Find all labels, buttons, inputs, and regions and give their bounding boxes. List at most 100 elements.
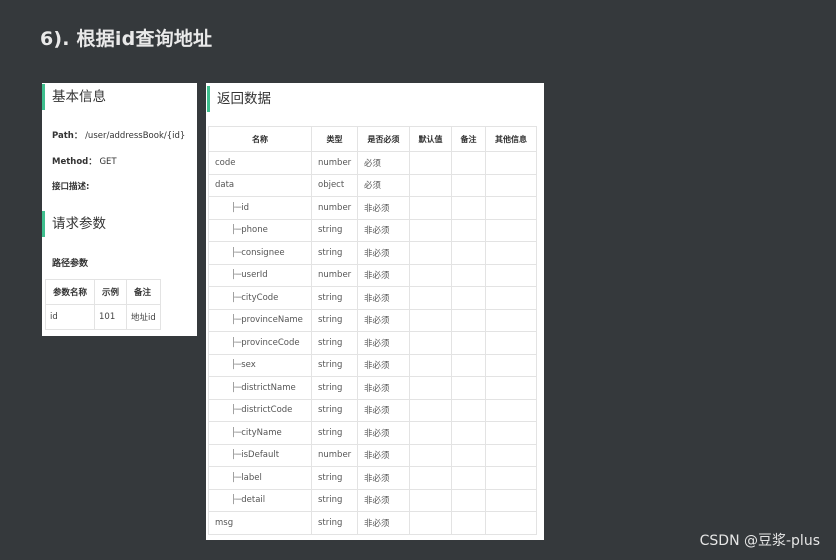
other-info-cell	[485, 466, 537, 490]
default-value-cell	[409, 331, 452, 355]
field-name-cell: ├─consignee	[208, 241, 312, 265]
default-value-cell	[409, 398, 452, 422]
other-info-cell	[485, 241, 537, 265]
other-info-cell	[485, 151, 537, 175]
field-type-cell: string	[311, 511, 358, 535]
field-type-cell: string	[311, 353, 358, 377]
remark-cell	[451, 353, 486, 377]
table-cell: 101	[94, 304, 128, 330]
field-name: code	[215, 157, 236, 168]
field-name: msg	[215, 517, 234, 528]
default-value-cell	[409, 466, 452, 490]
table-cell: id	[44, 304, 96, 330]
response-table-body: code number 必须 data object 必须 ├─id number 非必须 ├─p…	[208, 151, 537, 535]
field-name: districtCode	[241, 405, 293, 416]
table-row: ├─id number 非必须	[208, 196, 537, 220]
remark-cell	[451, 511, 486, 535]
default-value-cell	[409, 488, 452, 512]
watermark: CSDN @豆浆-plus	[699, 533, 820, 549]
field-required-cell: 非必须	[357, 331, 410, 355]
column-header: 示例	[94, 279, 128, 305]
field-required-cell: 非必须	[357, 241, 410, 265]
field-type-cell: string	[311, 421, 358, 445]
default-value-cell	[409, 511, 452, 535]
remark-cell	[451, 151, 486, 175]
field-name: cityCode	[241, 292, 279, 303]
default-value-cell	[409, 421, 452, 445]
column-header: 其他信息	[485, 126, 537, 152]
other-info-cell	[485, 308, 537, 332]
field-type-cell: object	[311, 173, 358, 197]
column-header: 是否必须	[357, 126, 410, 152]
field-name-cell: data	[208, 173, 312, 197]
tree-branch-icon: ├─	[231, 225, 242, 236]
other-info-cell	[485, 196, 537, 220]
path-row: Path： /user/addressBook/{id}	[52, 129, 185, 141]
method-value: GET	[99, 157, 117, 167]
field-required-cell: 非必须	[357, 466, 410, 490]
field-required-cell: 非必须	[357, 443, 410, 467]
tree-branch-icon: ├─	[231, 450, 242, 461]
tree-branch-icon: ├─	[231, 360, 242, 371]
default-value-cell	[409, 308, 452, 332]
remark-cell	[451, 488, 486, 512]
table-row: ├─isDefault number 非必须	[208, 443, 537, 467]
table-row: ├─userId number 非必须	[208, 263, 537, 287]
method-row: Method： GET	[52, 155, 117, 167]
field-name-cell: ├─id	[208, 196, 312, 220]
remark-cell	[451, 376, 486, 400]
other-info-cell	[485, 286, 537, 310]
field-required-cell: 非必须	[357, 353, 410, 377]
tree-branch-icon: ├─	[231, 202, 242, 213]
field-type-cell: string	[311, 308, 358, 332]
field-name-cell: ├─isDefault	[208, 443, 312, 467]
field-type-cell: string	[311, 331, 358, 355]
field-required-cell: 非必须	[357, 421, 410, 445]
field-required-cell: 非必须	[357, 196, 410, 220]
default-value-cell	[409, 443, 452, 467]
field-name: consignee	[241, 247, 285, 258]
field-name-cell: ├─cityCode	[208, 286, 312, 310]
field-type-cell: string	[311, 218, 358, 242]
remark-cell	[451, 173, 486, 197]
method-label: Method：	[52, 157, 97, 167]
field-name-cell: ├─provinceCode	[208, 331, 312, 355]
table-row: ├─provinceCode string 非必须	[208, 331, 537, 355]
basic-info-title: 基本信息	[42, 84, 106, 110]
field-name-cell: ├─cityName	[208, 421, 312, 445]
field-required-cell: 必须	[357, 173, 410, 197]
field-type-cell: string	[311, 286, 358, 310]
table-cell: 地址id	[126, 304, 161, 330]
default-value-cell	[409, 196, 452, 220]
table-row: ├─provinceName string 非必须	[208, 308, 537, 332]
other-info-cell	[485, 263, 537, 287]
remark-cell	[451, 241, 486, 265]
response-title: 返回数据	[207, 86, 271, 112]
path-label: Path：	[52, 131, 83, 141]
field-name: isDefault	[241, 450, 280, 461]
path-params-title: 路径参数	[52, 259, 89, 269]
field-name-cell: ├─sex	[208, 353, 312, 377]
field-required-cell: 非必须	[357, 218, 410, 242]
default-value-cell	[409, 151, 452, 175]
field-name-cell: ├─provinceName	[208, 308, 312, 332]
field-name: userId	[241, 270, 268, 281]
column-header: 备注	[451, 126, 486, 152]
field-name-cell: ├─districtCode	[208, 398, 312, 422]
table-row: id 101 地址id	[44, 304, 161, 330]
table-row: ├─cityName string 非必须	[208, 421, 537, 445]
field-name-cell: code	[208, 151, 312, 175]
field-name: districtName	[241, 382, 296, 393]
column-header: 名称	[208, 126, 312, 152]
default-value-cell	[409, 241, 452, 265]
description-label: 接口描述:	[52, 182, 90, 192]
table-row: msg string 非必须	[208, 511, 537, 535]
tree-branch-icon: ├─	[231, 472, 242, 483]
tree-branch-icon: ├─	[231, 382, 242, 393]
field-name-cell: msg	[208, 511, 312, 535]
field-type-cell: number	[311, 196, 358, 220]
remark-cell	[451, 286, 486, 310]
field-type-cell: string	[311, 466, 358, 490]
table-header-row: 名称 类型 是否必须 默认值 备注 其他信息	[208, 126, 537, 152]
remark-cell	[451, 443, 486, 467]
